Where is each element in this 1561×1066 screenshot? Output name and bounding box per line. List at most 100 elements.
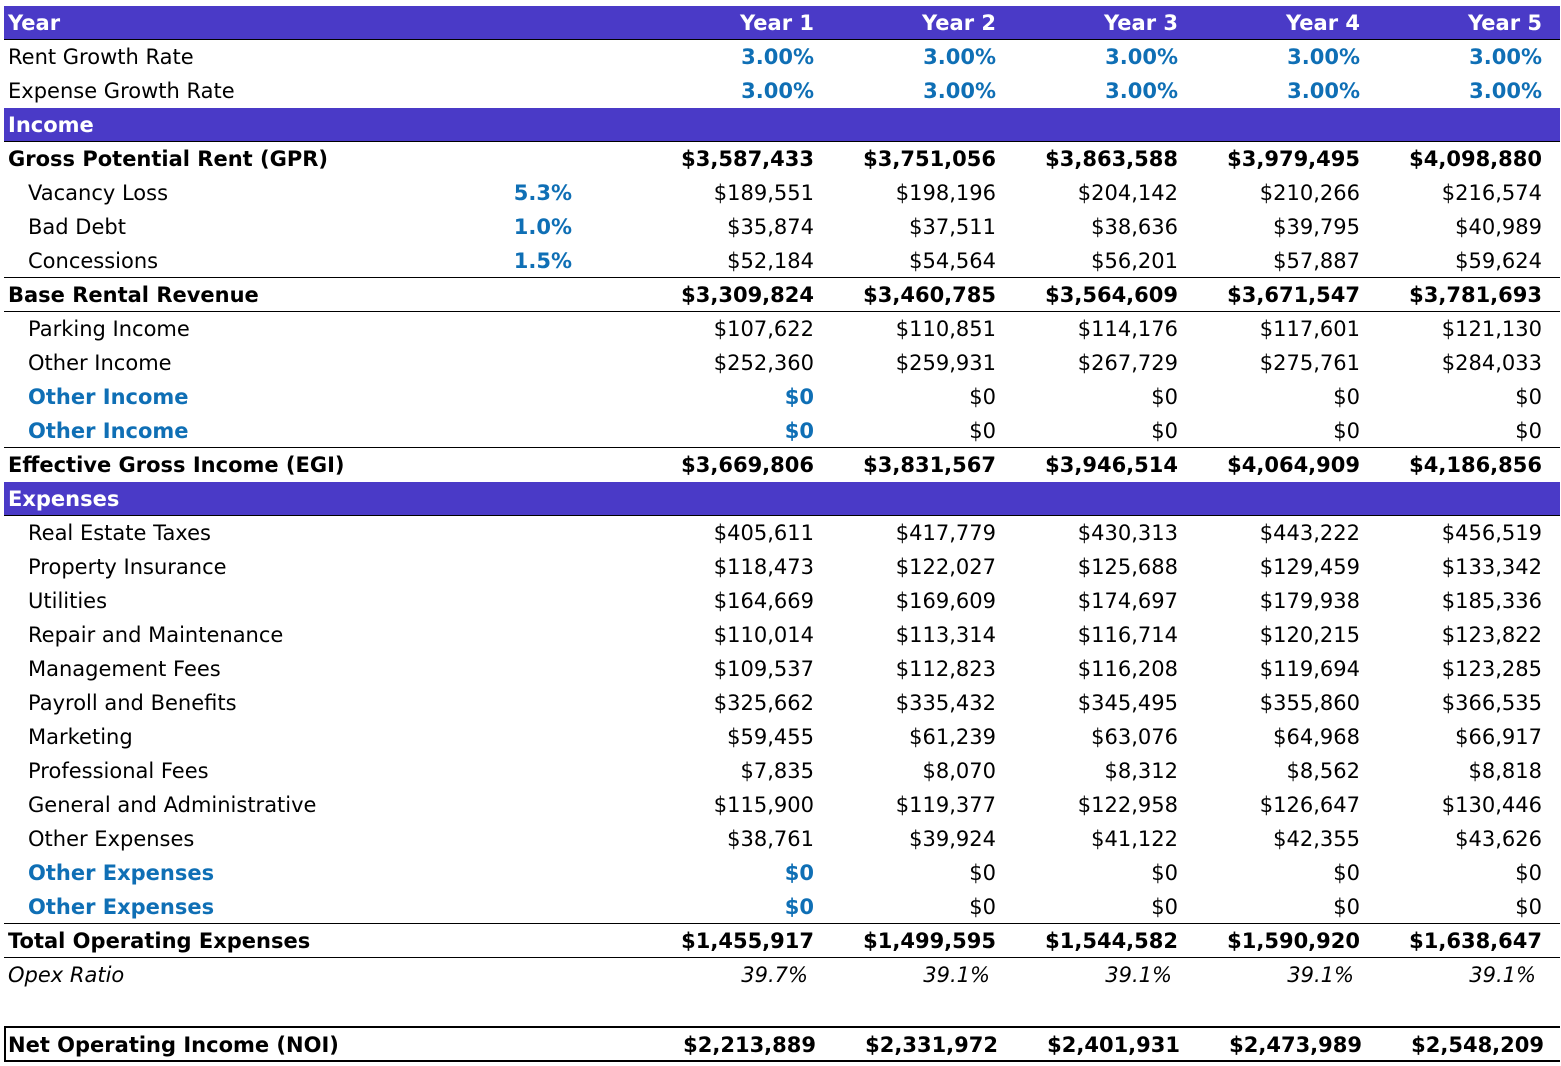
expense-row: Other Expenses $38,761 $39,924 $41,122 $… [4, 822, 1560, 856]
expense-input-row: Other Expenses $0 $0 $0 $0 $0 [4, 856, 1560, 890]
value-cell: $8,818 [1468, 759, 1542, 783]
input-cell[interactable]: $0 [642, 380, 814, 414]
row-label: Concessions [28, 249, 159, 273]
input-label[interactable]: Other Expenses [28, 856, 214, 890]
expense-growth-row: Expense Growth Rate 3.00% 3.00% 3.00% 3.… [4, 74, 1560, 108]
value-cell: $0 [1151, 861, 1178, 885]
year-header-4: Year 4 [1286, 11, 1360, 35]
value-cell: $122,027 [895, 555, 996, 579]
income-section-header: Income [4, 108, 1560, 142]
row-label: Bad Debt [28, 215, 126, 239]
input-cell[interactable]: $0 [642, 890, 814, 924]
value-cell: $0 [969, 861, 996, 885]
value-cell: $7,835 [740, 759, 814, 783]
value-cell: $4,098,880 [1409, 147, 1542, 171]
value-cell: $1,455,917 [681, 929, 814, 953]
row-label: Base Rental Revenue [8, 283, 259, 307]
input-label[interactable]: Other Expenses [28, 890, 214, 924]
value-cell: $284,033 [1441, 351, 1542, 375]
value-cell: $0 [1333, 419, 1360, 443]
input-label[interactable]: Other Income [28, 380, 189, 414]
value-cell: $210,266 [1259, 181, 1360, 205]
value-cell: 39.7% [741, 963, 808, 987]
value-cell: $0 [1333, 895, 1360, 919]
section-title: Income [8, 113, 94, 137]
value-cell: $0 [1333, 385, 1360, 409]
expense-row: Management Fees $109,537 $112,823 $116,2… [4, 652, 1560, 686]
input-cell[interactable]: 3.00% [642, 74, 814, 108]
opex-ratio-row: Opex Ratio 39.7% 39.1% 39.1% 39.1% 39.1% [4, 958, 1560, 992]
input-cell[interactable]: 3.00% [1370, 74, 1542, 108]
value-cell: $0 [969, 419, 996, 443]
value-cell: $35,874 [727, 215, 814, 239]
input-cell[interactable]: $0 [642, 856, 814, 890]
input-label[interactable]: Other Income [28, 414, 189, 448]
input-cell[interactable]: 3.00% [824, 40, 996, 74]
input-cell[interactable]: $0 [642, 414, 814, 448]
row-label: Other Income [28, 351, 172, 375]
bad-debt-row: Bad Debt 1.0% $35,874 $37,511 $38,636 $3… [4, 210, 1560, 244]
value-cell: $204,142 [1077, 181, 1178, 205]
value-cell: $216,574 [1441, 181, 1542, 205]
value-cell: $259,931 [895, 351, 996, 375]
value-cell: $345,495 [1077, 691, 1178, 715]
value-cell: $164,669 [713, 589, 814, 613]
value-cell: $3,751,056 [863, 147, 996, 171]
spacer-row [4, 992, 1560, 1026]
value-cell: $0 [1515, 385, 1542, 409]
value-cell: $0 [1151, 419, 1178, 443]
year-header-row: Year Year 1 Year 2 Year 3 Year 4 Year 5 [4, 6, 1560, 40]
year-header-label: Year [8, 11, 61, 35]
rent-growth-row: Rent Growth Rate 3.00% 3.00% 3.00% 3.00%… [4, 40, 1560, 74]
value-cell: $130,446 [1441, 793, 1542, 817]
value-cell: $0 [1515, 895, 1542, 919]
input-cell[interactable]: 3.00% [642, 40, 814, 74]
expense-input-row: Other Expenses $0 $0 $0 $0 $0 [4, 890, 1560, 924]
value-cell: $107,622 [713, 317, 814, 341]
value-cell: $40,989 [1455, 215, 1542, 239]
pct-input[interactable]: 1.0% [424, 210, 572, 244]
value-cell: 39.1% [1469, 963, 1536, 987]
value-cell: $3,309,824 [681, 283, 814, 307]
input-cell[interactable]: 3.00% [1006, 40, 1178, 74]
year-header-1: Year 1 [740, 11, 814, 35]
value-cell: $3,863,588 [1045, 147, 1178, 171]
value-cell: $275,761 [1259, 351, 1360, 375]
expense-row: Professional Fees $7,835 $8,070 $8,312 $… [4, 754, 1560, 788]
row-label: Payroll and Benefits [28, 691, 237, 715]
row-label: Vacancy Loss [28, 181, 169, 205]
input-cell[interactable]: 3.00% [1006, 74, 1178, 108]
input-cell[interactable]: 3.00% [1188, 40, 1360, 74]
expense-row: General and Administrative $115,900 $119… [4, 788, 1560, 822]
row-label: Total Operating Expenses [8, 929, 311, 953]
value-cell: $267,729 [1077, 351, 1178, 375]
value-cell: $118,473 [713, 555, 814, 579]
value-cell: $1,638,647 [1409, 929, 1542, 953]
value-cell: $2,213,889 [683, 1033, 816, 1057]
value-cell: $123,285 [1441, 657, 1542, 681]
value-cell: $3,669,806 [681, 453, 814, 477]
value-cell: $1,544,582 [1045, 929, 1178, 953]
value-cell: $8,312 [1104, 759, 1178, 783]
value-cell: $125,688 [1077, 555, 1178, 579]
other-income-input-row: Other Income $0 $0 $0 $0 $0 [4, 380, 1560, 414]
value-cell: $2,331,972 [865, 1033, 998, 1057]
value-cell: $0 [1151, 895, 1178, 919]
expenses-section-header: Expenses [4, 482, 1560, 516]
value-cell: $61,239 [909, 725, 996, 749]
value-cell: $39,924 [909, 827, 996, 851]
input-cell[interactable]: 3.00% [824, 74, 996, 108]
expense-row: Real Estate Taxes $405,611 $417,779 $430… [4, 516, 1560, 550]
value-cell: $4,064,909 [1227, 453, 1360, 477]
value-cell: $119,694 [1259, 657, 1360, 681]
value-cell: $174,697 [1077, 589, 1178, 613]
value-cell: $117,601 [1259, 317, 1360, 341]
row-label: Management Fees [28, 657, 221, 681]
value-cell: $63,076 [1091, 725, 1178, 749]
pct-input[interactable]: 1.5% [424, 244, 572, 278]
input-cell[interactable]: 3.00% [1188, 74, 1360, 108]
value-cell: $3,671,547 [1227, 283, 1360, 307]
pct-input[interactable]: 5.3% [424, 176, 572, 210]
input-cell[interactable]: 3.00% [1370, 40, 1542, 74]
value-cell: $189,551 [713, 181, 814, 205]
